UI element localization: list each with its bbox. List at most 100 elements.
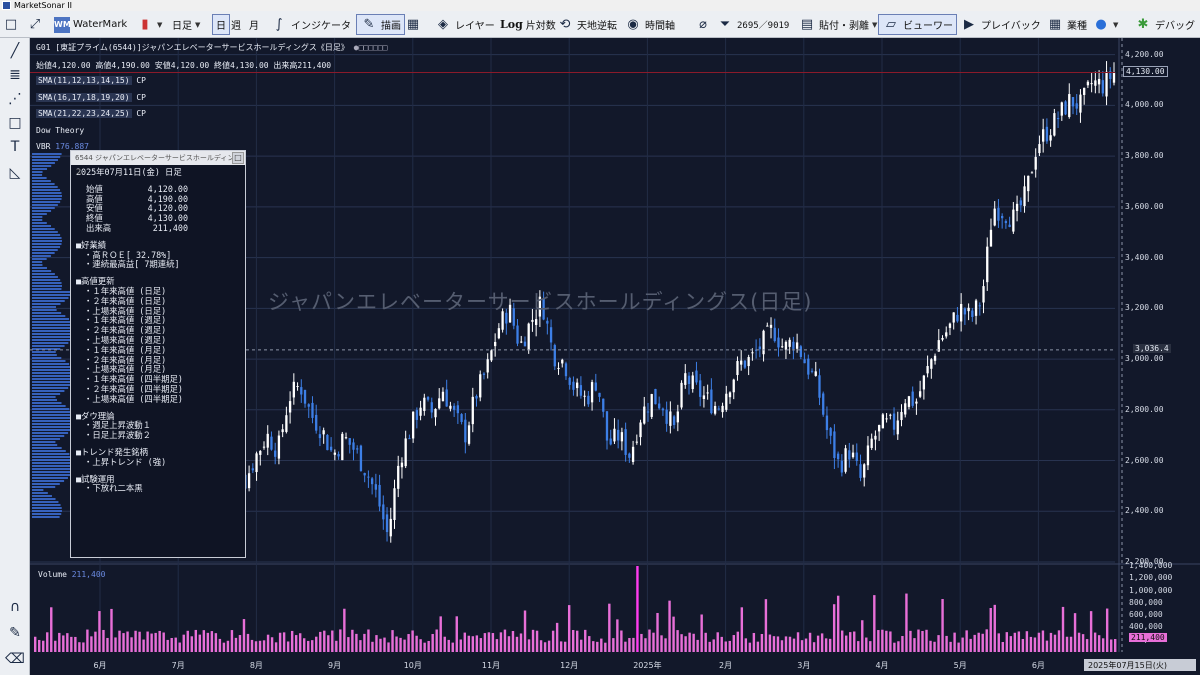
volume-profile-bar [32,453,70,455]
candle-body [300,387,303,395]
volume-bar [1114,639,1117,652]
candle-body [438,398,441,409]
volume-profile-bar [32,510,62,512]
rectangle-icon: □ [4,16,18,32]
time-axis-button[interactable]: ◉ 時間軸 [624,14,675,35]
candle-body [400,462,404,468]
volume-profile-bar [32,198,62,200]
pen-icon: ✎ [9,625,21,641]
paste-button[interactable]: ▤ 貼付・剥離 ▼ [798,14,878,35]
volume-profile-bar [32,486,56,488]
clip-button[interactable]: ⌀ [694,14,712,35]
layout-button[interactable]: ▦ [404,14,422,35]
volume-bar [190,636,193,652]
volume-bar [459,639,462,652]
volume-profile-bar [32,273,55,275]
volume-bar [266,634,270,652]
period-select[interactable]: 日足 ▼ [172,14,200,35]
info-panel-sections: ■好業績 ・高ＲＯＥ[ 32.78%] ・連続最高益[ 7期連続] ■高値更新 ・１年来… [76,240,240,494]
text-tool-button[interactable]: T [2,136,28,158]
volume-bar [925,629,928,652]
candle-body [579,385,583,396]
volume-bar [1033,637,1037,652]
period-month-label: 月 [249,21,259,32]
volume-bar [327,635,330,652]
volume-profile-bar [32,399,58,401]
debug-button[interactable]: ✱ デバッグ [1134,14,1195,35]
sma-legend-1[interactable]: SMA(11,12,13,14,15) CP [36,76,146,85]
edit-button[interactable]: ✎ [2,622,28,644]
volume-bar [632,637,635,652]
headphones-icon: ∩ [9,599,21,615]
candle-body [676,411,679,423]
volume-bar [584,629,587,652]
flip-button[interactable]: ⟲ 天地逆転 [556,14,617,35]
candle-body [419,407,422,416]
rectangle-tool-button[interactable]: □ [2,14,20,35]
volume-bar [780,640,784,652]
candle-body [352,442,355,450]
period-day-button[interactable]: 日 [212,14,230,35]
volume-bar [696,639,699,652]
dow-theory-legend[interactable]: Dow Theory [36,126,84,135]
volume-bar [885,630,888,652]
volume-bar [1093,632,1097,652]
volume-bar [258,640,262,652]
log-scale-button[interactable]: Log 片対数 [500,14,556,35]
volume-tick-label: 1,400,000 [1129,561,1173,570]
close-icon[interactable]: □ [232,152,244,164]
viewer-button[interactable]: ▱ ビューワー [878,14,957,35]
chart-area[interactable]: 6月 7月 8月 9月 10月 11月 12月 2025年 2月 3月 4月 5月 6月 2025年07月… [30,38,1200,675]
info-panel-header[interactable]: 6544 ジャパンエレベーターサービスホールディングス □ [71,151,245,176]
sma-legend-3[interactable]: SMA(21,22,23,24,25) CP [36,109,146,118]
polyline-tool-button[interactable]: ⋰ [2,88,28,110]
info-panel[interactable]: 6544 ジャパンエレベーターサービスホールディングス □ 2025年07月11… [70,150,246,558]
line-tool-button[interactable]: ╱ [2,40,28,62]
volume-bar [126,631,129,652]
candle-style-button[interactable]: ▮ ▼ [136,14,162,35]
volume-profile-bar [32,216,43,218]
candle-body [549,327,553,343]
period-month-button[interactable]: 月 [249,14,259,35]
globe-button[interactable]: ● ▼ [1092,14,1118,35]
time-tick-label: 6月 [1032,661,1045,670]
filter-button[interactable]: ⏷ 2695／9019 [716,14,790,35]
volume-bar [371,641,374,652]
candle-body [650,394,653,417]
sma-3-label: SMA(21,22,23,24,25) [36,109,132,118]
watermark-button[interactable]: WM WaterMark [54,14,127,35]
volume-bar [178,642,181,652]
fib-tool-button[interactable]: ≣ [2,64,28,86]
volume-bar [889,631,892,652]
sma-legend-2[interactable]: SMA(16,17,18,19,20) CP [36,93,146,102]
candle-body [1001,215,1004,219]
shape-tool-button[interactable]: □ [2,112,28,134]
volume-bar [282,632,286,652]
volume-bar [624,641,627,652]
volume-profile-bar [32,474,72,476]
eraser-button[interactable]: ⌫ [2,648,28,670]
expand-icon: ⤢ [29,16,41,32]
volume-bar [636,566,639,652]
volume-profile-bar [32,204,58,206]
volume-bar [893,642,896,652]
candle-body [598,392,601,397]
indicator-button[interactable]: ∫ インジケータ [270,14,351,35]
playback-button[interactable]: ▶ プレイバック [960,14,1041,35]
measure-tool-button[interactable]: ◺ [2,162,28,184]
candle-body [590,382,594,403]
volume-profile-bar [32,225,52,227]
volume-bar [311,640,314,652]
volume-bar [503,629,507,652]
period-week-button[interactable]: 週 [231,14,241,35]
volume-bar [985,629,988,652]
price-tick-label: 2,600.00 [1125,455,1164,465]
candle-body [889,414,892,416]
volume-profile-bar [32,405,66,407]
volume-bar [1001,641,1004,652]
headphones-button[interactable]: ∩ [2,596,28,618]
sector-button[interactable]: ▦ 業種 [1046,14,1087,35]
layer-button[interactable]: ◈ レイヤー [434,14,495,35]
draw-button[interactable]: ✎ 描画 [356,14,405,35]
expand-button[interactable]: ⤢ [26,14,44,35]
